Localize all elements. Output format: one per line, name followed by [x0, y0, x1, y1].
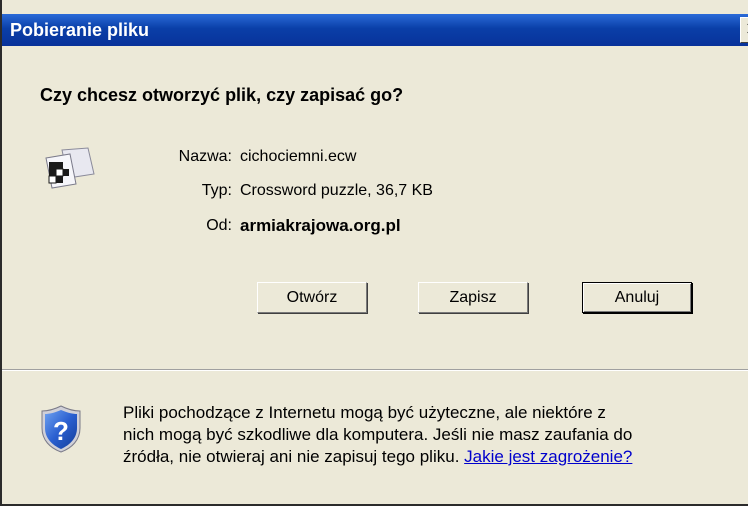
- file-source-value: armiakrajowa.org.pl: [240, 216, 401, 235]
- file-name-value: cichociemni.ecw: [240, 148, 357, 165]
- warning-line-3: źródła, nie otwieraj ani nie zapisuj teg…: [123, 446, 733, 468]
- file-type-label: Typ:: [201, 182, 232, 199]
- window-title: Pobieranie pliku: [10, 20, 150, 40]
- warning-line-2: nich mogą być szkodliwe dla komputera. J…: [123, 425, 633, 444]
- security-warning: Pliki pochodzące z Internetu mogą być uż…: [123, 402, 733, 468]
- warning-line-3-text: źródła, nie otwieraj ani nie zapisuj teg…: [123, 447, 460, 466]
- cancel-button[interactable]: Anuluj: [582, 282, 692, 313]
- close-button[interactable]: ✕: [740, 17, 748, 43]
- file-source-label: Od:: [206, 217, 232, 234]
- dialog-question: Czy chcesz otworzyć plik, czy zapisać go…: [40, 85, 404, 105]
- svg-text:?: ?: [53, 416, 69, 446]
- file-download-dialog: Pobieranie pliku ✕ Czy chcesz otworzyć p…: [0, 0, 748, 506]
- title-bar[interactable]: Pobieranie pliku ✕: [2, 14, 748, 46]
- risk-info-link[interactable]: Jakie jest zagrożenie?: [464, 447, 632, 466]
- file-name-label: Nazwa:: [178, 148, 232, 165]
- open-button[interactable]: Otwórz: [257, 282, 367, 313]
- file-type-value: Crossword puzzle, 36,7 KB: [240, 182, 433, 199]
- save-button[interactable]: Zapisz: [418, 282, 528, 313]
- shield-question-icon: ?: [41, 405, 81, 453]
- file-type-icon: [45, 147, 95, 189]
- section-divider: [2, 369, 748, 371]
- warning-line-1: Pliki pochodzące z Internetu mogą być uż…: [123, 403, 606, 422]
